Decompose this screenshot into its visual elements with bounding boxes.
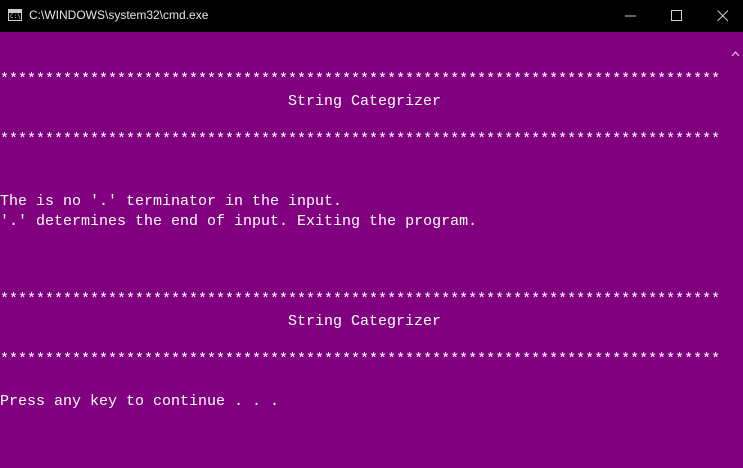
- window-title: C:\WINDOWS\system32\cmd.exe: [29, 8, 209, 22]
- close-icon: [717, 10, 729, 22]
- info-message: '.' determines the end of input. Exiting…: [0, 213, 478, 230]
- cmd-app-icon-text: C:\: [10, 13, 21, 20]
- separator-line: ****************************************…: [0, 71, 721, 88]
- program-header: String Categrizer: [288, 313, 442, 330]
- program-header: String Categrizer: [288, 93, 442, 110]
- minimize-icon: [625, 15, 636, 17]
- continue-prompt: Press any key to continue . . .: [0, 393, 280, 410]
- scroll-thumb[interactable]: [730, 62, 741, 468]
- title-bar[interactable]: C:\ C:\WINDOWS\system32\cmd.exe: [0, 0, 743, 32]
- error-message: The is no '.' terminator in the input.: [0, 193, 343, 210]
- chevron-up-icon: [731, 51, 740, 57]
- vertical-scrollbar[interactable]: [728, 32, 743, 468]
- separator-line: ****************************************…: [0, 131, 721, 148]
- maximize-button[interactable]: [654, 0, 700, 32]
- cmd-window: C:\ C:\WINDOWS\system32\cmd.exe ********…: [0, 0, 743, 468]
- cmd-app-icon[interactable]: C:\: [8, 9, 22, 21]
- console-output[interactable]: ****************************************…: [0, 32, 728, 468]
- separator-line: ****************************************…: [0, 291, 721, 308]
- maximize-icon: [671, 10, 682, 21]
- scroll-up-button[interactable]: [728, 46, 743, 61]
- minimize-button[interactable]: [608, 0, 654, 32]
- separator-line: ****************************************…: [0, 351, 721, 368]
- close-button[interactable]: [700, 0, 743, 32]
